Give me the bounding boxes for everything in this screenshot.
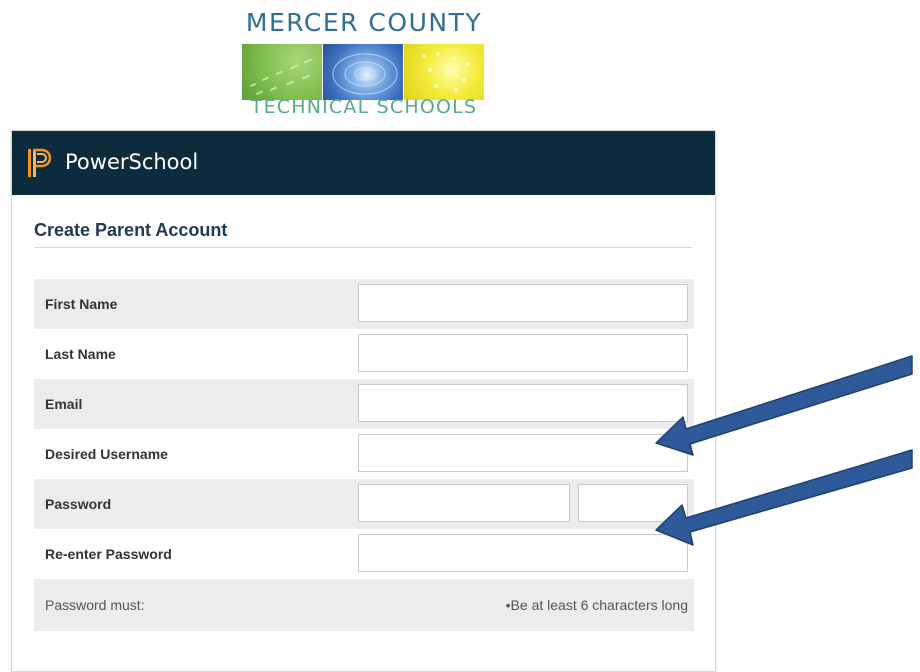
logo-bottom-text: TECHNICAL SCHOOLS bbox=[250, 96, 478, 118]
last-name-label: Last Name bbox=[45, 346, 116, 362]
logo-blue-tile bbox=[323, 44, 403, 100]
create-account-panel: PowerSchool Create Parent Account First … bbox=[11, 130, 716, 672]
username-input[interactable] bbox=[358, 434, 688, 472]
form-row-first-name: First Name bbox=[34, 279, 694, 329]
email-input[interactable] bbox=[358, 384, 688, 422]
password-label: Password bbox=[45, 496, 112, 512]
powerschool-header: PowerSchool bbox=[12, 131, 715, 195]
powerschool-p-icon bbox=[27, 148, 53, 183]
account-form: First Name Last Name Email Desired Usern… bbox=[34, 279, 694, 631]
logo-yellow-tile bbox=[404, 44, 484, 100]
password-rules-label: Password must: bbox=[45, 597, 145, 613]
form-row-last-name: Last Name bbox=[34, 329, 694, 379]
reenter-password-input[interactable] bbox=[358, 534, 688, 572]
password-input[interactable] bbox=[358, 484, 570, 522]
form-row-email: Email bbox=[34, 379, 694, 429]
first-name-input[interactable] bbox=[358, 284, 688, 322]
form-row-username: Desired Username bbox=[34, 429, 694, 479]
form-row-reenter-password: Re-enter Password bbox=[34, 529, 694, 579]
last-name-input[interactable] bbox=[358, 334, 688, 372]
logo-top-text: MERCER COUNTY bbox=[245, 8, 483, 37]
password-rules-row: Password must: •Be at least 6 characters… bbox=[34, 579, 694, 631]
logo-green-tile bbox=[242, 44, 322, 100]
title-divider bbox=[34, 247, 692, 248]
mercer-county-logo: MERCER COUNTY TECHNICAL SCHOOLS bbox=[240, 8, 488, 124]
password-rule-text: •Be at least 6 characters long bbox=[505, 597, 688, 613]
powerschool-brand: PowerSchool bbox=[65, 150, 199, 174]
reenter-password-label: Re-enter Password bbox=[45, 546, 172, 562]
username-label: Desired Username bbox=[45, 446, 168, 462]
form-row-password: Password bbox=[34, 479, 694, 529]
page-title: Create Parent Account bbox=[34, 220, 228, 240]
password-strength-box bbox=[578, 484, 688, 522]
first-name-label: First Name bbox=[45, 296, 118, 312]
email-label: Email bbox=[45, 396, 83, 412]
